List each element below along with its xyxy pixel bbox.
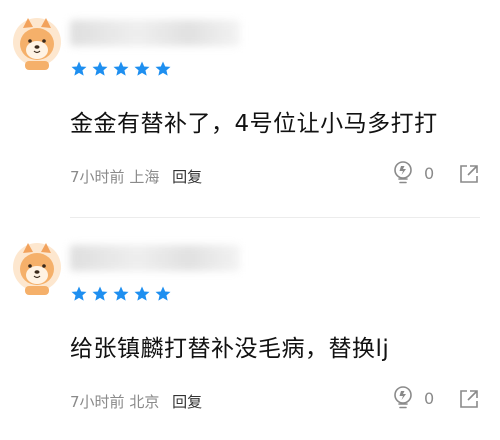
star-icon	[92, 286, 108, 301]
comment-meta: 7小时前 北京 回复	[70, 391, 202, 412]
star-icon	[155, 286, 171, 301]
avatar[interactable]	[12, 239, 62, 297]
like-count: 0	[424, 163, 435, 183]
star-icon	[71, 286, 87, 301]
username-blurred[interactable]	[70, 20, 240, 46]
username-blurred[interactable]	[70, 245, 240, 271]
reply-button[interactable]: 回复	[172, 393, 202, 411]
comment-item: 给张镇麟打替补没毛病，替换lj 7小时前 北京 回复 0	[0, 225, 500, 435]
avatar[interactable]	[12, 14, 62, 72]
comment-time: 7小时前	[70, 393, 125, 411]
divider	[70, 217, 480, 218]
rating-stars	[70, 285, 172, 303]
star-icon	[92, 61, 108, 76]
star-icon	[134, 286, 150, 301]
comment-text: 金金有替补了，4号位让小马多打打	[70, 111, 438, 137]
star-icon	[113, 61, 129, 76]
comment-item: 金金有替补了，4号位让小马多打打 7小时前 上海 回复 0	[0, 0, 500, 210]
like-button[interactable]: 0	[392, 160, 434, 186]
star-icon	[113, 286, 129, 301]
lightbulb-like-icon	[394, 386, 412, 409]
share-icon[interactable]	[458, 163, 480, 185]
like-count: 0	[424, 388, 435, 408]
share-icon[interactable]	[458, 388, 480, 410]
comment-time: 7小时前	[70, 168, 125, 186]
lightbulb-like-icon	[394, 161, 412, 184]
comment-meta: 7小时前 上海 回复	[70, 166, 202, 187]
star-icon	[134, 61, 150, 76]
star-icon	[155, 61, 171, 76]
comment-location: 上海	[129, 168, 160, 186]
comment-text: 给张镇麟打替补没毛病，替换lj	[70, 336, 390, 362]
like-button[interactable]: 0	[392, 385, 434, 411]
reply-button[interactable]: 回复	[172, 168, 202, 186]
star-icon	[71, 61, 87, 76]
rating-stars	[70, 60, 172, 78]
comment-location: 北京	[129, 393, 160, 411]
